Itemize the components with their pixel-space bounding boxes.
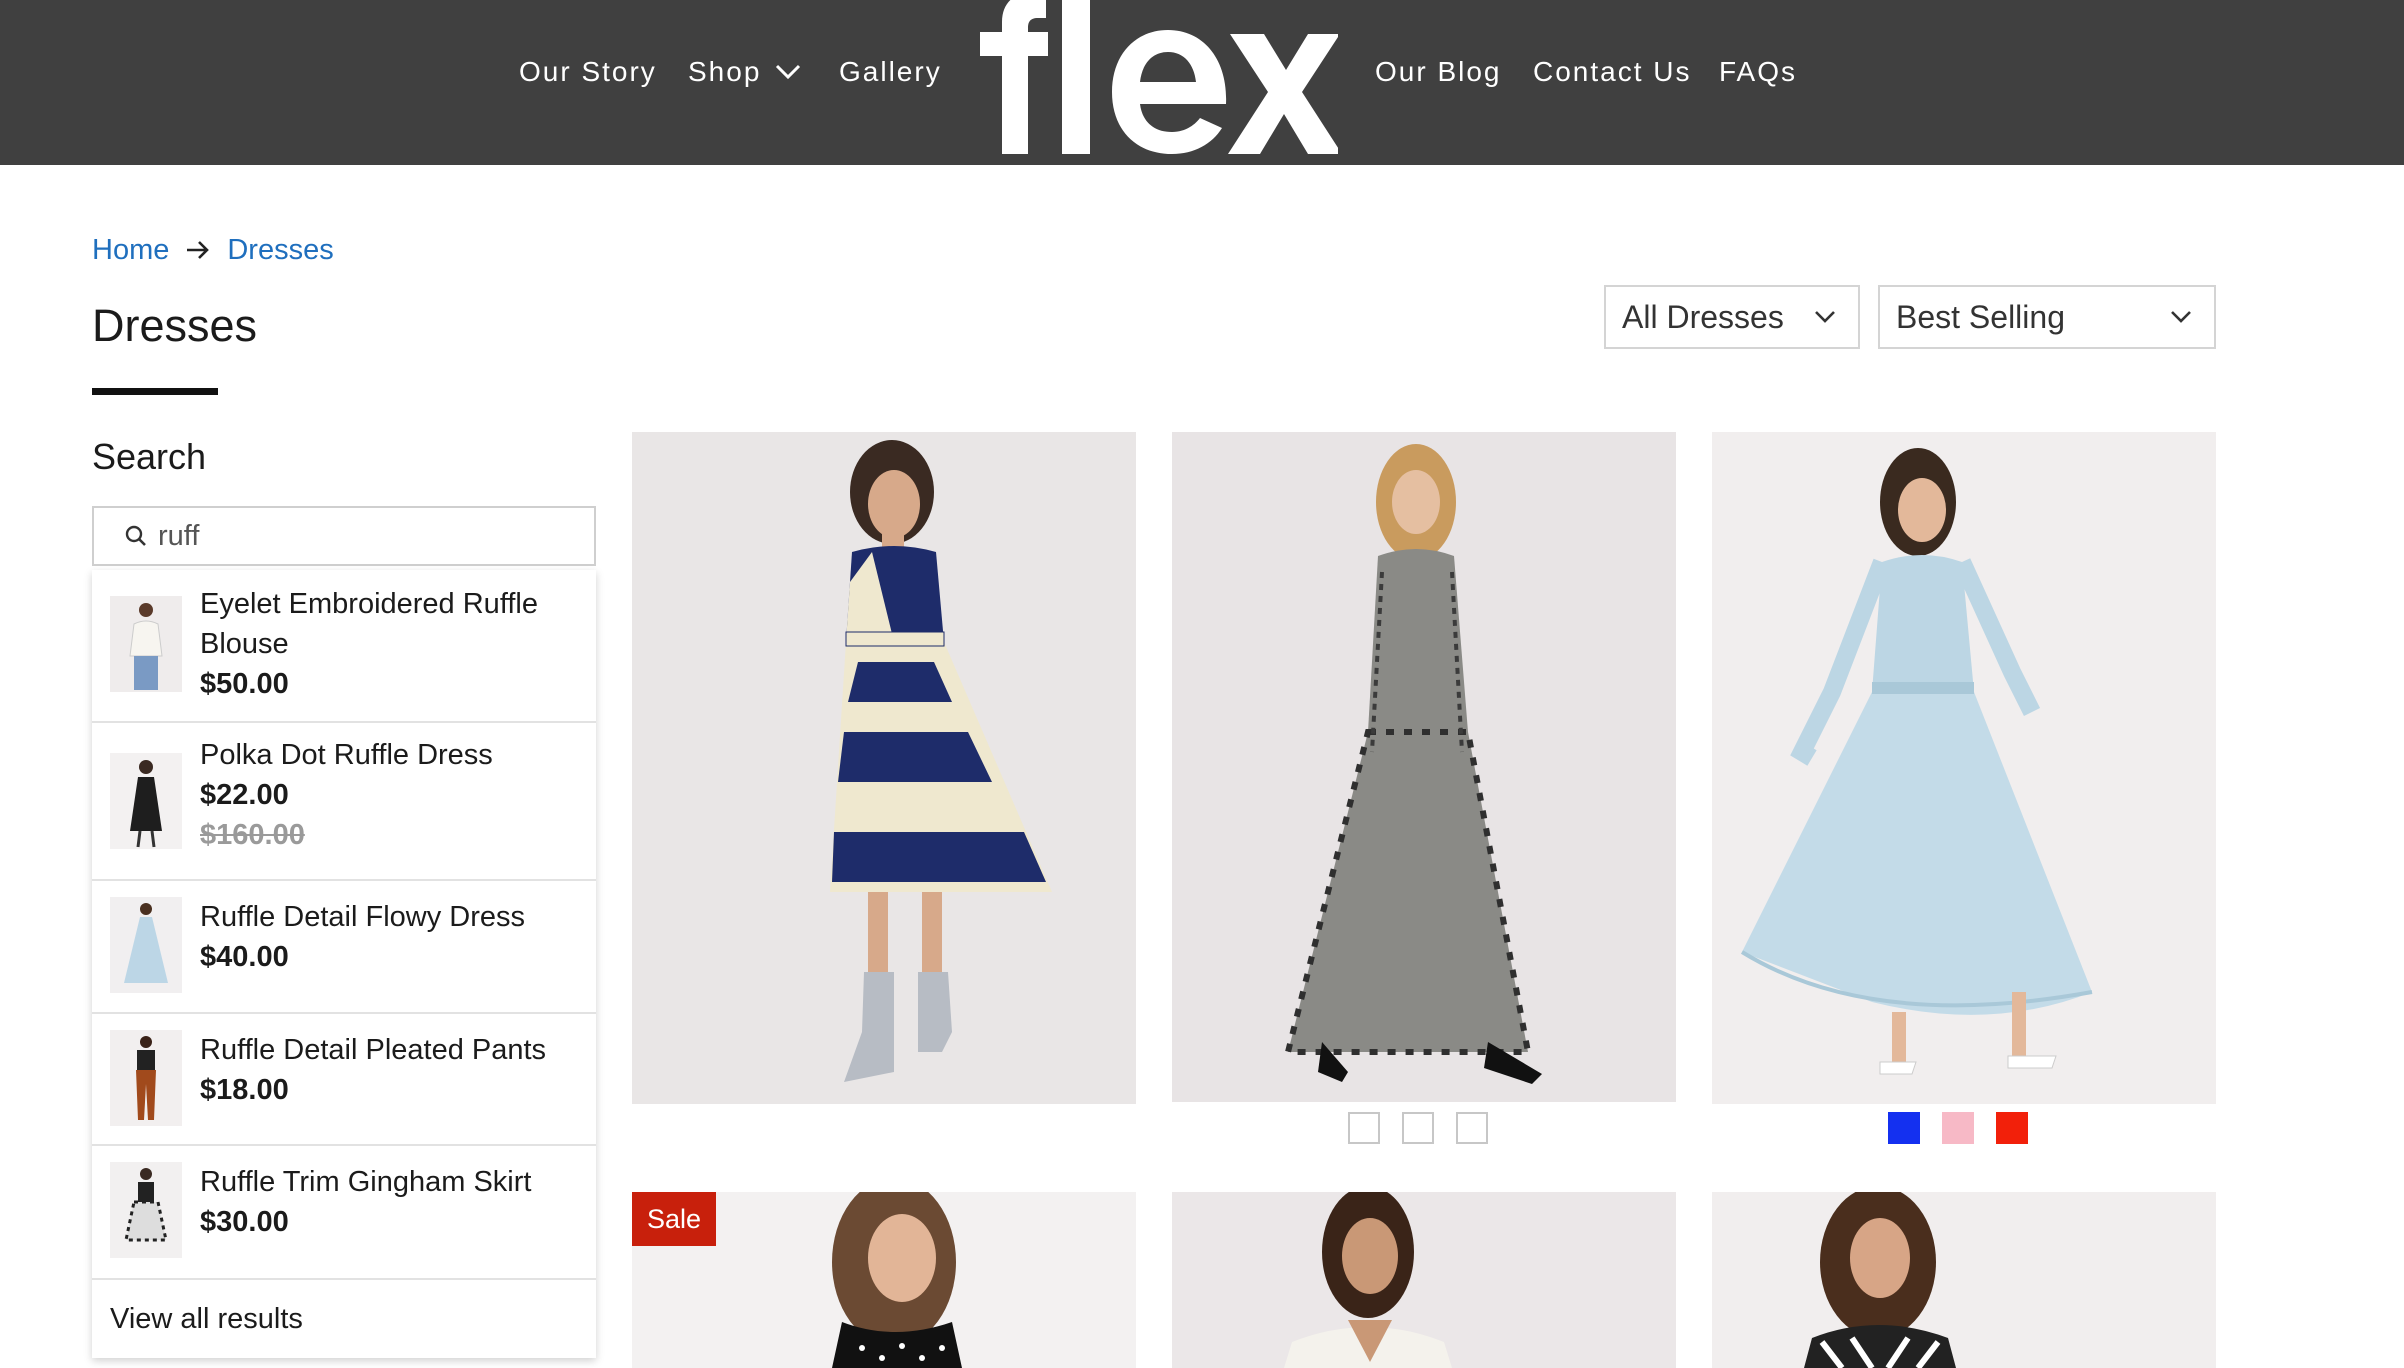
search-results-dropdown: Eyelet Embroidered Ruffle Blouse $50.00 … [92, 570, 596, 1358]
result-price: $50.00 [200, 668, 289, 700]
zebra-print-dress-photo [1804, 1192, 1956, 1368]
color-swatches [1348, 1112, 1488, 1144]
result-price: $18.00 [200, 1074, 289, 1106]
breadcrumb: Home Dresses [92, 230, 334, 270]
color-swatch-blue[interactable] [1888, 1112, 1920, 1144]
color-swatches [1888, 1112, 2028, 1144]
result-title: Ruffle Detail Flowy Dress [200, 901, 526, 933]
search-result-item[interactable]: Eyelet Embroidered Ruffle Blouse $50.00 [92, 570, 596, 723]
breadcrumb-current[interactable]: Dresses [227, 230, 333, 270]
color-swatch[interactable] [1402, 1112, 1434, 1144]
result-title: Eyelet Embroidered Ruffle Blouse [200, 588, 538, 660]
chevron-down-icon [776, 64, 801, 80]
product-thumbnail [110, 1030, 182, 1126]
result-title: Ruffle Detail Pleated Pants [200, 1034, 547, 1066]
search-heading: Search [92, 436, 207, 477]
site-header: Our Story Shop Gallery Our Blog Contact … [0, 0, 2404, 165]
result-title: Ruffle Trim Gingham Skirt [200, 1166, 532, 1198]
search-result-item[interactable]: Polka Dot Ruffle Dress $22.00 $160.00 [92, 723, 596, 881]
nav-our-story[interactable]: Our Story [519, 52, 657, 92]
snake-print-dress-photo [1284, 444, 1542, 1084]
view-all-results-link[interactable]: View all results [92, 1280, 596, 1358]
sort-select[interactable]: Best Selling [1878, 285, 2216, 349]
result-old-price: $160.00 [200, 819, 305, 851]
nav-gallery[interactable]: Gallery [839, 52, 942, 92]
result-price: $40.00 [200, 941, 289, 973]
breadcrumb-home[interactable]: Home [92, 230, 169, 270]
title-underline [92, 388, 218, 395]
search-result-item[interactable]: Ruffle Detail Pleated Pants $18.00 [92, 1014, 596, 1146]
category-select-value: All Dresses [1622, 298, 1784, 335]
result-title: Polka Dot Ruffle Dress [200, 739, 493, 771]
result-price: $30.00 [200, 1206, 289, 1238]
nav-faqs[interactable]: FAQs [1719, 52, 1797, 92]
product-thumbnail [110, 753, 182, 849]
page-title: Dresses [92, 300, 258, 351]
search-input[interactable] [156, 518, 580, 554]
product-card-image[interactable] [1172, 432, 1676, 1102]
chevron-down-icon [1815, 311, 1835, 323]
product-card-image[interactable] [1172, 1192, 1676, 1368]
search-icon [125, 525, 146, 546]
product-card-image[interactable] [632, 432, 1136, 1104]
category-select[interactable]: All Dresses [1604, 285, 1860, 349]
nav-contact-us[interactable]: Contact Us [1533, 52, 1692, 92]
product-card-image[interactable] [1712, 432, 2216, 1104]
result-price: $22.00 [200, 779, 289, 811]
color-swatch-pink[interactable] [1942, 1112, 1974, 1144]
flex-logo[interactable] [972, 0, 1338, 154]
nav-shop[interactable]: Shop [688, 52, 801, 92]
color-swatch-red[interactable] [1996, 1112, 2028, 1144]
nav-our-blog[interactable]: Our Blog [1375, 52, 1502, 92]
product-card-image[interactable] [1712, 1192, 2216, 1368]
product-thumbnail [110, 596, 182, 692]
white-vneck-dress-photo [1284, 1192, 1452, 1368]
product-thumbnail [110, 897, 182, 993]
product-thumbnail [110, 1162, 182, 1258]
striped-dress-photo [830, 440, 1052, 1082]
color-swatch[interactable] [1348, 1112, 1380, 1144]
search-result-item[interactable]: Ruffle Trim Gingham Skirt $30.00 [92, 1146, 596, 1280]
sale-badge: Sale [632, 1192, 716, 1246]
sort-select-value: Best Selling [1896, 298, 2065, 335]
chevron-down-icon [2171, 311, 2191, 323]
search-result-item[interactable]: Ruffle Detail Flowy Dress $40.00 [92, 881, 596, 1014]
blue-ruffle-dress-photo [1740, 448, 2093, 1075]
color-swatch[interactable] [1456, 1112, 1488, 1144]
nav-shop-label: Shop [688, 56, 762, 87]
arrow-right-icon [187, 241, 210, 259]
search-box [92, 506, 596, 566]
